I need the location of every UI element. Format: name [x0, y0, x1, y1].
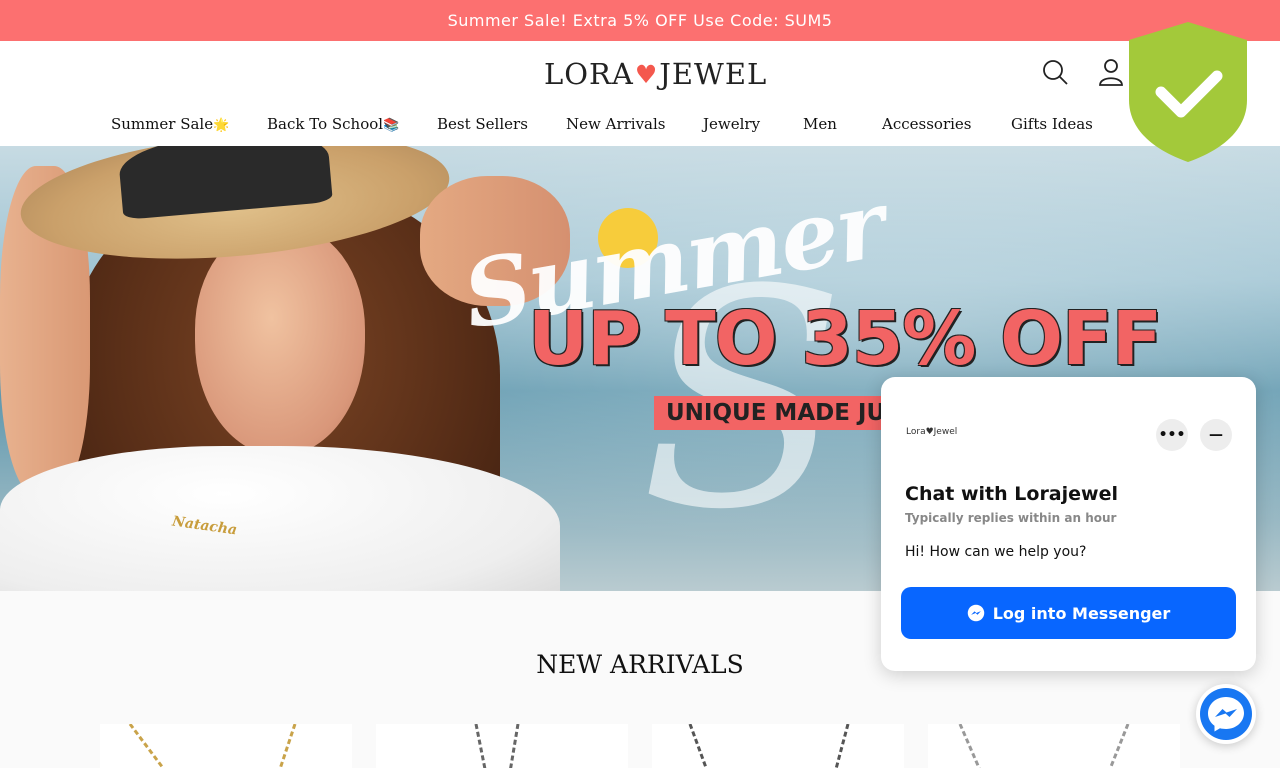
nav-new-arrivals[interactable]: New Arrivals — [566, 115, 666, 133]
more-options-button[interactable]: ••• — [1156, 419, 1188, 451]
announcement-text: Summer Sale! Extra 5% OFF Use Code: SUM5 — [447, 11, 833, 30]
chat-title: Chat with Lorajewel — [905, 483, 1118, 505]
product-card[interactable] — [100, 724, 352, 768]
account-icon[interactable] — [1096, 57, 1126, 87]
chat-subtitle: Typically replies within an hour — [905, 511, 1117, 525]
minimize-icon: — — [1209, 427, 1223, 443]
model-face — [195, 226, 365, 456]
messenger-icon — [967, 604, 984, 622]
minimize-button[interactable]: — — [1200, 419, 1232, 451]
messenger-launcher[interactable] — [1196, 684, 1256, 744]
more-icon: ••• — [1158, 427, 1186, 443]
site-logo[interactable]: LORA ♥ JEWEL — [544, 57, 767, 91]
star-icon: 🌟 — [213, 118, 230, 133]
nav-accessories[interactable]: Accessories — [882, 115, 971, 133]
product-card[interactable] — [652, 724, 904, 768]
chat-greeting: Hi! How can we help you? — [905, 544, 1087, 560]
nav-summer-sale[interactable]: Summer Sale🌟 — [111, 115, 229, 133]
nav-jewelry[interactable]: Jewelry — [703, 115, 760, 133]
main-nav: Summer Sale🌟 Back To School📚 Best Seller… — [0, 113, 1280, 145]
log-into-messenger-button[interactable]: Log into Messenger — [901, 587, 1236, 639]
search-icon[interactable] — [1040, 57, 1070, 87]
heart-icon: ♥ — [634, 59, 659, 89]
nav-gifts-ideas[interactable]: Gifts Ideas — [1011, 115, 1093, 133]
hero-headline: UP TO 35% OFF — [528, 296, 1162, 382]
hero-subline: UNIQUE MADE JUST — [666, 400, 918, 426]
nav-men[interactable]: Men — [803, 115, 837, 133]
messenger-icon — [1200, 688, 1252, 740]
logo-text-right: JEWEL — [659, 57, 768, 91]
nav-best-sellers[interactable]: Best Sellers — [437, 115, 528, 133]
site-header: LORA ♥ JEWEL Summer Sale🌟 Back To School📚 … — [0, 41, 1280, 146]
logo-text-left: LORA — [544, 57, 634, 91]
cta-label: Log into Messenger — [992, 603, 1171, 623]
books-icon: 📚 — [383, 118, 400, 133]
chat-logo: Lora♥Jewel — [906, 427, 958, 437]
product-card[interactable] — [928, 724, 1180, 768]
announcement-bar: Summer Sale! Extra 5% OFF Use Code: SUM5 — [0, 0, 1280, 41]
nav-back-to-school[interactable]: Back To School📚 — [267, 115, 399, 133]
messenger-chat-widget: Lora♥Jewel ••• — Chat with Lorajewel Typ… — [881, 377, 1256, 671]
product-card[interactable] — [376, 724, 628, 768]
shield-check-icon[interactable] — [1127, 20, 1249, 164]
